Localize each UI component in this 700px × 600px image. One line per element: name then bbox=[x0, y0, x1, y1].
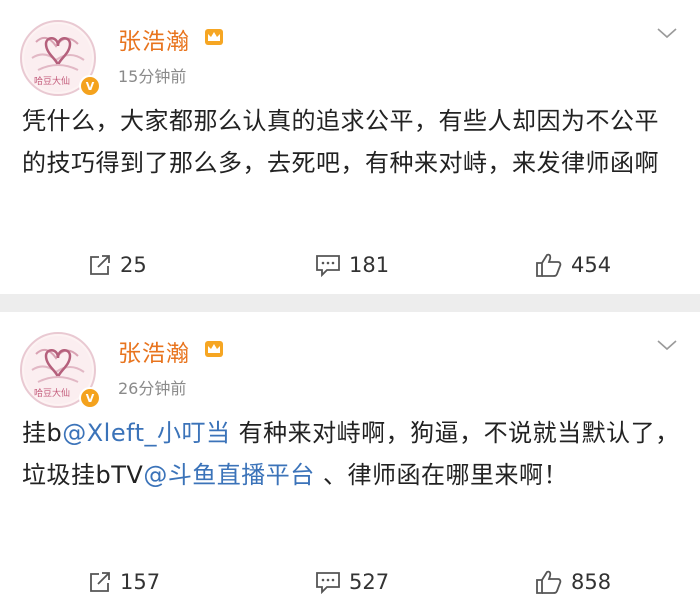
weibo-post: 哈豆大仙 V 张浩瀚 15分钟前 凭什么，大家都那么认真的追求公平，有些人却因为… bbox=[0, 0, 700, 294]
post-timestamp: 26分钟前 bbox=[118, 379, 187, 398]
thumbs-up-icon bbox=[536, 570, 562, 594]
author-name[interactable]: 张浩瀚 bbox=[118, 334, 190, 368]
avatar[interactable]: 哈豆大仙 V bbox=[20, 20, 101, 97]
mention-link[interactable]: @斗鱼直播平台 bbox=[143, 461, 315, 489]
crown-icon[interactable] bbox=[204, 340, 224, 358]
comment-icon bbox=[316, 572, 340, 594]
post-separator bbox=[0, 294, 700, 312]
like-button[interactable]: 454 bbox=[535, 250, 611, 280]
post-content: 挂b@Xleft_小叮当 有种来对峙啊，狗逼，不说就当默认了，垃圾挂bTV@斗鱼… bbox=[22, 412, 682, 496]
repost-button[interactable]: 25 bbox=[88, 250, 147, 280]
comment-count: 181 bbox=[349, 253, 390, 277]
svg-text:哈豆大仙: 哈豆大仙 bbox=[34, 75, 70, 87]
avatar[interactable]: 哈豆大仙 V bbox=[20, 332, 101, 409]
comment-button[interactable]: 181 bbox=[315, 250, 389, 280]
post-content: 凭什么，大家都那么认真的追求公平，有些人却因为不公平的技巧得到了那么多，去死吧，… bbox=[22, 107, 659, 177]
weibo-post: 哈豆大仙 V 张浩瀚 26分钟前 挂b@Xleft_小叮当 有种来对峙啊，狗逼，… bbox=[0, 312, 700, 600]
comment-button[interactable]: 527 bbox=[315, 567, 389, 597]
comment-count: 527 bbox=[349, 570, 390, 594]
repost-icon bbox=[90, 255, 110, 275]
action-bar: 25 181 454 bbox=[0, 250, 700, 280]
author-name[interactable]: 张浩瀚 bbox=[118, 22, 190, 56]
svg-text:哈豆大仙: 哈豆大仙 bbox=[34, 387, 70, 399]
post-text: 挂b bbox=[22, 419, 63, 447]
repost-count: 157 bbox=[120, 570, 161, 594]
comment-icon bbox=[316, 255, 340, 277]
chevron-down-icon[interactable] bbox=[656, 339, 678, 351]
mention-link[interactable]: @Xleft_小叮当 bbox=[62, 419, 230, 447]
like-count: 858 bbox=[571, 570, 612, 594]
post-text: 、律师函在哪里来啊！ bbox=[314, 461, 568, 489]
repost-button[interactable]: 157 bbox=[88, 567, 160, 597]
like-count: 454 bbox=[571, 253, 612, 277]
chevron-down-icon[interactable] bbox=[656, 27, 678, 39]
repost-count: 25 bbox=[120, 253, 147, 277]
action-bar: 157 527 858 bbox=[0, 567, 700, 597]
crown-icon[interactable] bbox=[204, 28, 224, 46]
like-button[interactable]: 858 bbox=[535, 567, 611, 597]
thumbs-up-icon bbox=[536, 253, 562, 277]
repost-icon bbox=[90, 572, 110, 592]
verified-badge: V bbox=[79, 387, 101, 409]
verified-badge: V bbox=[79, 75, 101, 97]
post-timestamp: 15分钟前 bbox=[118, 67, 187, 86]
